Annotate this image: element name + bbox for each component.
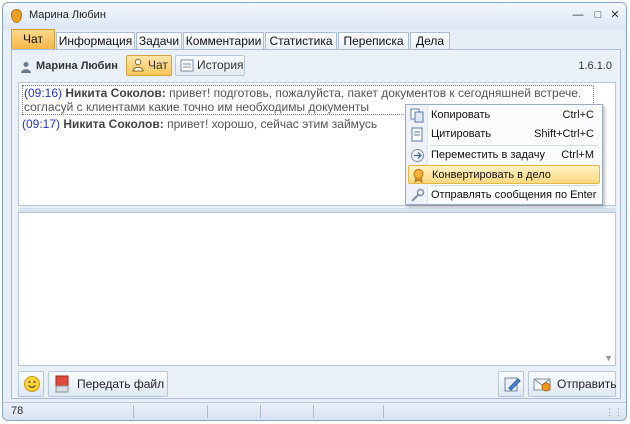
history-icon (180, 59, 194, 72)
status-separator (207, 405, 208, 418)
smiley-icon (24, 376, 40, 392)
context-menu: Копировать Ctrl+C Цитировать Shift+Ctrl+… (405, 104, 603, 205)
menu-label: Копировать (431, 109, 491, 121)
maximize-icon[interactable]: □ (590, 8, 606, 22)
status-separator (383, 405, 384, 418)
status-separator (260, 405, 261, 418)
tab-chat[interactable]: Чат (11, 29, 55, 50)
user-icon (21, 62, 31, 73)
title-bar[interactable]: Марина Любин — □ ✕ (3, 3, 626, 29)
message-author: Никита Соколов: (63, 117, 164, 131)
tab-tasks[interactable]: Задачи (136, 32, 182, 50)
history-label: История (197, 58, 244, 72)
send-button[interactable]: Отправить (528, 371, 617, 397)
menu-shortcut: Ctrl+C (562, 109, 594, 121)
minimize-icon[interactable]: — (570, 8, 586, 22)
menu-item-move-to-task[interactable]: Переместить в задачу Ctrl+M (408, 146, 600, 165)
tab-info[interactable]: Информация (56, 32, 135, 50)
message-time: (09:16) (24, 86, 63, 100)
send-mail-icon (533, 378, 551, 392)
app-logo-icon (11, 9, 22, 23)
menu-shortcut: Shift+Ctrl+C (534, 128, 594, 140)
send-file-button[interactable]: Передать файл (48, 371, 168, 397)
message-input[interactable]: ▼ (18, 212, 616, 366)
send-label: Отправить (557, 377, 617, 391)
edit-icon (504, 377, 521, 392)
close-icon[interactable]: ✕ (607, 8, 623, 22)
convert-icon (413, 169, 424, 183)
user-bar: Марина Любин Чат История 1.6.1.0 (12, 50, 620, 80)
send-settings-icon (411, 188, 425, 202)
history-button[interactable]: История (175, 55, 245, 76)
menu-label: Переместить в задачу (431, 149, 546, 161)
menu-item-convert-to-case[interactable]: Конвертировать в дело (408, 165, 600, 184)
menu-item-copy[interactable]: Копировать Ctrl+C (408, 106, 600, 125)
menu-shortcut: Ctrl+M (561, 149, 594, 161)
chat-panel: Марина Любин Чат История 1.6.1.0 (09:16)… (11, 49, 621, 399)
user-name: Марина Любин (36, 60, 118, 72)
scroll-down-icon[interactable]: ▼ (604, 353, 613, 363)
tab-comments[interactable]: Комментарии (183, 32, 264, 50)
tab-correspondence[interactable]: Переписка (338, 32, 409, 50)
tabs-bar: Чат Информация Задачи Комментарии Статис… (3, 29, 626, 50)
status-count: 78 (11, 405, 24, 417)
bottom-toolbar: Передать файл Отправить (12, 368, 620, 400)
copy-icon (410, 108, 424, 123)
message-author: Никита Соколов: (65, 86, 166, 100)
menu-item-quote[interactable]: Цитировать Shift+Ctrl+C (408, 125, 600, 144)
move-to-task-icon (411, 149, 424, 162)
chat-message[interactable]: (09:17) Никита Соколов: привет! хорошо, … (22, 117, 377, 131)
version-label: 1.6.1.0 (578, 60, 612, 72)
send-file-label: Передать файл (77, 377, 165, 391)
send-options-button[interactable] (498, 371, 524, 397)
message-time: (09:17) (22, 117, 61, 131)
window-title: Марина Любин (29, 9, 106, 21)
chat-user-icon (132, 58, 144, 72)
status-bar: 78 ⋮⋮ (3, 402, 626, 420)
tab-cases[interactable]: Дела (410, 32, 450, 50)
menu-label: Конвертировать в дело (432, 169, 551, 181)
message-text: привет! хорошо, сейчас этим займусь (167, 117, 378, 131)
menu-label: Отправлять сообщения по Enter (431, 189, 597, 201)
resize-grip-icon[interactable]: ⋮⋮ (605, 407, 623, 418)
chat-mode-label: Чат (148, 58, 168, 72)
file-icon (55, 375, 69, 393)
emoji-button[interactable] (18, 371, 44, 397)
status-separator (133, 405, 134, 418)
tab-statistics[interactable]: Статистика (265, 32, 337, 50)
chat-mode-button[interactable]: Чат (126, 55, 172, 76)
quote-icon (411, 127, 423, 142)
menu-item-send-on-enter[interactable]: Отправлять сообщения по Enter (408, 186, 600, 205)
status-separator (313, 405, 314, 418)
app-window: Марина Любин — □ ✕ Чат Информация Задачи… (2, 2, 627, 421)
menu-label: Цитировать (431, 128, 492, 140)
